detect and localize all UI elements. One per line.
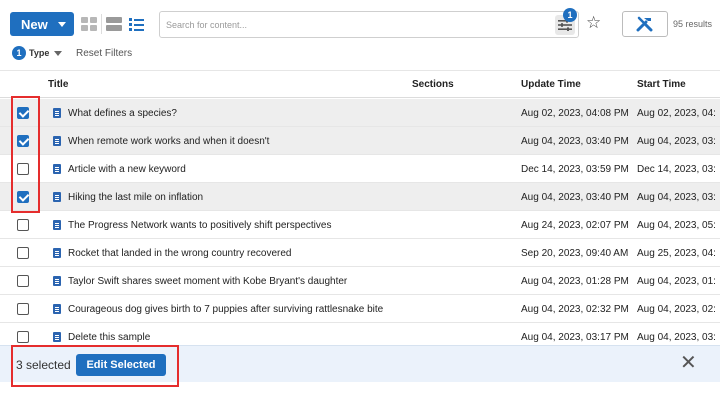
row-checkbox[interactable]: [17, 275, 29, 287]
row-title[interactable]: Hiking the last mile on inflation: [68, 192, 203, 203]
column-header-update-time[interactable]: Update Time: [521, 79, 581, 90]
row-checkbox[interactable]: [17, 247, 29, 259]
type-filter-chip[interactable]: 1 Type: [12, 46, 63, 60]
table-row[interactable]: The Progress Network wants to positively…: [0, 211, 720, 239]
new-button-label: New: [21, 16, 48, 32]
row-title[interactable]: What defines a species?: [68, 108, 177, 119]
row-update-time: Aug 24, 2023, 02:07 PM: [521, 220, 629, 231]
row-title[interactable]: Article with a new keyword: [68, 164, 186, 175]
table-row[interactable]: Article with a new keyword Dec 14, 2023,…: [0, 155, 720, 183]
row-start-time: Aug 04, 2023, 01:: [637, 276, 716, 287]
reset-filters-link[interactable]: Reset Filters: [76, 48, 132, 59]
row-title[interactable]: Taylor Swift shares sweet moment with Ko…: [68, 276, 347, 287]
row-update-time: Aug 04, 2023, 03:40 PM: [521, 136, 629, 147]
column-header-sections[interactable]: Sections: [412, 79, 454, 90]
document-icon: [53, 276, 61, 286]
grid-view-icon[interactable]: [80, 16, 98, 32]
tools-button[interactable]: [622, 11, 668, 37]
row-start-time: Aug 04, 2023, 02:: [637, 304, 716, 315]
type-filter-count: 1: [12, 46, 26, 60]
results-count: 95 results: [673, 19, 713, 29]
row-update-time: Dec 14, 2023, 03:59 PM: [521, 164, 629, 175]
table-row[interactable]: Taylor Swift shares sweet moment with Ko…: [0, 267, 720, 295]
document-icon: [53, 332, 61, 342]
document-icon: [53, 220, 61, 230]
document-icon: [53, 192, 61, 202]
row-update-time: Aug 04, 2023, 03:17 PM: [521, 332, 629, 343]
chevron-down-icon: [58, 21, 66, 27]
footer-highlight-box: [11, 345, 179, 387]
row-checkbox[interactable]: [17, 331, 29, 343]
row-update-time: Sep 20, 2023, 09:40 AM: [521, 248, 629, 259]
type-filter-label: Type: [29, 48, 50, 58]
close-icon[interactable]: ✕: [680, 353, 697, 373]
table-row[interactable]: Rocket that landed in the wrong country …: [0, 239, 720, 267]
checkbox-highlight-box: [11, 96, 40, 213]
row-start-time: Aug 04, 2023, 03:: [637, 332, 716, 343]
row-start-time: Aug 04, 2023, 03:: [637, 192, 716, 203]
row-title[interactable]: When remote work works and when it doesn…: [68, 136, 269, 147]
row-title[interactable]: Courageous dog gives birth to 7 puppies …: [68, 304, 383, 315]
search-input[interactable]: [160, 12, 540, 37]
table-header: Title Sections Update Time Start Time: [0, 70, 720, 98]
row-update-time: Aug 04, 2023, 03:40 PM: [521, 192, 629, 203]
row-start-time: Aug 04, 2023, 03:: [637, 136, 716, 147]
row-start-time: Aug 25, 2023, 04:: [637, 248, 716, 259]
content-list-page: New 1 ☆ 95 results 1 Type: [0, 0, 720, 397]
document-icon: [53, 136, 61, 146]
toolbar-divider: [101, 14, 102, 34]
column-header-start-time[interactable]: Start Time: [637, 79, 686, 90]
row-title[interactable]: The Progress Network wants to positively…: [68, 220, 331, 231]
row-start-time: Aug 04, 2023, 05:: [637, 220, 716, 231]
row-start-time: Dec 14, 2023, 03:: [637, 164, 716, 175]
row-update-time: Aug 04, 2023, 01:28 PM: [521, 276, 629, 287]
row-checkbox[interactable]: [17, 303, 29, 315]
list-view-icon[interactable]: [129, 16, 147, 32]
row-update-time: Aug 02, 2023, 04:08 PM: [521, 108, 629, 119]
document-icon: [53, 108, 61, 118]
rows-view-icon[interactable]: [106, 16, 124, 32]
table-row[interactable]: What defines a species? Aug 02, 2023, 04…: [0, 99, 720, 127]
table-row[interactable]: Hiking the last mile on inflation Aug 04…: [0, 183, 720, 211]
document-icon: [53, 248, 61, 258]
row-checkbox[interactable]: [17, 219, 29, 231]
document-icon: [53, 164, 61, 174]
row-title[interactable]: Delete this sample: [68, 332, 150, 343]
row-start-time: Aug 02, 2023, 04:: [637, 108, 716, 119]
filter-count-badge: 1: [563, 8, 577, 22]
row-update-time: Aug 04, 2023, 02:32 PM: [521, 304, 629, 315]
tools-icon: [636, 16, 653, 32]
table-row[interactable]: When remote work works and when it doesn…: [0, 127, 720, 155]
new-button[interactable]: New: [10, 12, 74, 36]
table-row[interactable]: Courageous dog gives birth to 7 puppies …: [0, 295, 720, 323]
column-header-title[interactable]: Title: [48, 79, 68, 90]
search-box: [159, 11, 579, 38]
star-icon[interactable]: ☆: [586, 14, 601, 32]
document-icon: [53, 304, 61, 314]
chevron-down-icon: [54, 50, 63, 56]
row-title[interactable]: Rocket that landed in the wrong country …: [68, 248, 291, 259]
